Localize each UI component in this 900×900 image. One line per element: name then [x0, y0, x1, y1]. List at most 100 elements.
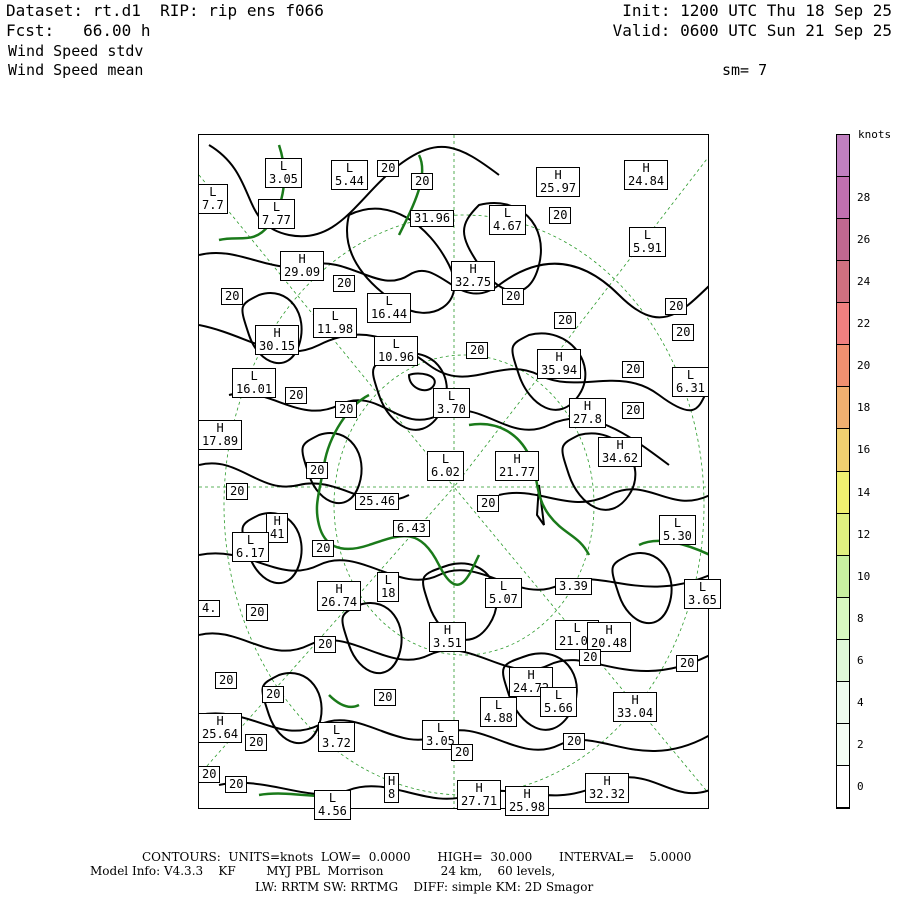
- contour-value-label: 6.43: [393, 520, 430, 537]
- colorbar-cell: [837, 723, 849, 766]
- init-time-label: Init: 1200 UTC Thu 18 Sep 25: [622, 1, 892, 20]
- contours-info: CONTOURS: UNITS=knots LOW= 0.0000 HIGH= …: [142, 850, 692, 864]
- contour-value-label: 20: [262, 686, 285, 703]
- high-label: H 17.89: [198, 420, 243, 450]
- low-label: L 5.91: [629, 227, 666, 257]
- contour-value-label: 20: [579, 649, 602, 666]
- colorbar-tick-label: 26: [857, 233, 871, 247]
- high-label: H 41: [266, 513, 289, 543]
- high-label: H 25.64: [198, 713, 243, 743]
- colorbar-tick-label: 18: [857, 401, 871, 415]
- low-label: L 7.7: [198, 184, 228, 214]
- forecast-hour-label: Fcst: 66.00 h: [6, 21, 151, 40]
- contour-value-label: 20: [306, 462, 329, 479]
- low-label: L 11.98: [313, 308, 358, 338]
- high-label: H 25.97: [536, 167, 581, 197]
- high-label: H 32.32: [585, 773, 630, 803]
- high-label: H 26.74: [317, 581, 362, 611]
- contour-value-label: 20: [198, 766, 221, 783]
- contour-value-label: 31.96: [410, 210, 455, 227]
- colorbar-tick-label: 2: [857, 737, 864, 751]
- high-label: H 8: [384, 773, 400, 803]
- contour-value-label: 20: [335, 401, 358, 418]
- contour-value-label: 20: [312, 540, 335, 557]
- low-label: L 3.70: [433, 388, 470, 418]
- contour-value-label: 20: [374, 689, 397, 706]
- contour-value-label: 20: [451, 744, 474, 761]
- colorbar-tick-label: 6: [857, 653, 864, 667]
- colorbar-cell: [837, 639, 849, 682]
- contour-value-label: 20: [411, 173, 434, 190]
- high-label: H 24.84: [624, 160, 669, 190]
- colorbar-tick-label: 10: [857, 569, 871, 583]
- colorbar-tick-label: 28: [857, 191, 871, 205]
- model-info: Model Info: V4.3.3 KF MYJ PBL Morrison 2…: [90, 864, 556, 878]
- colorbar-cell: [837, 219, 849, 262]
- colorbar-tick-label: 20: [857, 359, 871, 373]
- high-label: H 27.71: [457, 780, 502, 810]
- contour-value-label: 3.39: [555, 578, 592, 595]
- colorbar-cell: [837, 597, 849, 640]
- contour-value-label: 20: [226, 483, 249, 500]
- contour-value-label: 20: [285, 387, 308, 404]
- colorbar-cell: [837, 471, 849, 514]
- low-label: L 4.88: [480, 697, 517, 727]
- colorbar-cell: [837, 345, 849, 388]
- colorbar-tick-label: 22: [857, 317, 871, 331]
- colorbar-units: knots: [858, 128, 892, 141]
- colorbar: [836, 134, 850, 809]
- low-label: L 5.66: [540, 687, 577, 717]
- contour-value-label: 20: [502, 288, 525, 305]
- colorbar-cell: [837, 261, 849, 304]
- colorbar-cell: [837, 765, 849, 808]
- low-label: L 3.65: [684, 579, 721, 609]
- high-label: H 25.98: [505, 786, 550, 816]
- low-label: L 5.44: [331, 160, 368, 190]
- colorbar-tick-label: 0: [857, 779, 864, 793]
- low-label: L 4.67: [489, 205, 526, 235]
- colorbar-cell: [837, 429, 849, 472]
- contour-value-label: 20: [215, 672, 238, 689]
- high-label: H 32.75: [451, 261, 496, 291]
- high-label: H 30.15: [255, 325, 300, 355]
- contour-value-label: 20: [554, 312, 577, 329]
- contour-value-label: 20: [466, 342, 489, 359]
- colorbar-cell: [837, 513, 849, 556]
- contour-value-label: 20: [563, 733, 586, 750]
- contour-value-label: 20: [676, 655, 699, 672]
- low-label: L 7.77: [258, 199, 295, 229]
- colorbar-tick-label: 12: [857, 527, 871, 541]
- contour-value-label: 20: [333, 275, 356, 292]
- colorbar-cell: [837, 135, 849, 178]
- contour-value-label: 20: [622, 402, 645, 419]
- colorbar-tick-label: 4: [857, 695, 864, 709]
- physics-info: LW: RRTM SW: RRTMG DIFF: simple KM: 2D S…: [255, 880, 594, 894]
- low-label: L 16.01: [232, 368, 277, 398]
- low-label: L 6.17: [232, 532, 269, 562]
- contour-value-label: 20: [245, 734, 268, 751]
- smoothing-label: sm= 7: [722, 61, 768, 79]
- dataset-label: Dataset: rt.d1 RIP: rip ens f066: [6, 1, 324, 20]
- contour-value-label: 20: [665, 298, 688, 315]
- high-label: H 34.62: [598, 437, 643, 467]
- contour-value-label: 25.46: [355, 493, 400, 510]
- contour-value-label: 20: [549, 207, 572, 224]
- field-stdv-label: Wind Speed stdv: [8, 42, 144, 60]
- contour-value-label: 20: [246, 604, 269, 621]
- low-label: L 18: [377, 572, 400, 602]
- contour-value-label: 20: [221, 288, 244, 305]
- low-label: L 6.02: [427, 451, 464, 481]
- contour-value-label: 20: [622, 361, 645, 378]
- colorbar-tick-label: 16: [857, 443, 871, 457]
- high-label: H 35.94: [537, 349, 582, 379]
- colorbar-cell: [837, 555, 849, 598]
- contour-value-label: 20: [314, 636, 337, 653]
- high-label: H 27.8: [569, 398, 606, 428]
- low-label: L 3.72: [318, 722, 355, 752]
- high-label: H 20.48: [587, 622, 632, 652]
- contour-value-label: 20: [672, 324, 695, 341]
- low-label: L 10.96: [374, 336, 419, 366]
- colorbar-cell: [837, 303, 849, 346]
- low-label: L 4.56: [314, 790, 351, 820]
- low-label: L 5.30: [659, 515, 696, 545]
